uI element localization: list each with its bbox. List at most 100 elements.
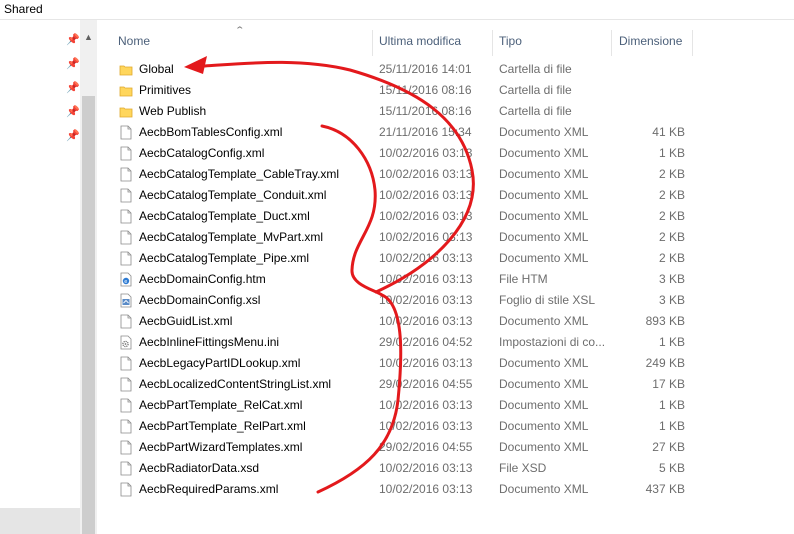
file-size: 2 KB [658, 188, 685, 202]
file-modified: 10/02/2016 03:13 [379, 461, 473, 475]
nav-selected-item[interactable] [0, 508, 80, 534]
file-modified: 10/02/2016 03:13 [379, 209, 473, 223]
file-type: Documento XML [499, 314, 589, 328]
file-size [614, 80, 685, 101]
folder-icon [119, 62, 133, 77]
file-type: Documento XML [499, 419, 589, 433]
file-row[interactable]: AecbCatalogTemplate_Conduit.xml 10/02/201… [97, 185, 794, 206]
navigation-pane: 📌 📌 📌 📌 📌 [0, 20, 80, 534]
file-size: 1 KB [658, 398, 685, 412]
scroll-up-icon[interactable]: ▲ [80, 30, 97, 44]
htm-file-icon: e [119, 272, 133, 287]
file-size: 1 KB [658, 146, 685, 160]
pin-icon[interactable]: 📌 [66, 106, 80, 118]
file-name: AecbPartWizardTemplates.xml [139, 440, 303, 454]
column-name[interactable]: Nome [118, 30, 348, 56]
file-row[interactable]: AecbPartTemplate_RelCat.xml 10/02/2016 03… [97, 395, 794, 416]
file-row[interactable]: AecbRadiatorData.xsd 10/02/2016 03:13 File… [97, 458, 794, 479]
file-type: Documento XML [499, 482, 589, 496]
file-size: 893 KB [645, 314, 685, 328]
scrollbar-thumb[interactable] [82, 96, 95, 534]
file-size: 3 KB [658, 293, 685, 307]
pin-icon[interactable]: 📌 [66, 82, 80, 94]
file-name: AecbCatalogTemplate_MvPart.xml [139, 230, 324, 244]
file-type: Documento XML [499, 251, 589, 265]
file-type: Documento XML [499, 167, 589, 181]
nav-scrollbar[interactable]: ▲ [80, 20, 97, 534]
xml-file-icon [119, 440, 133, 455]
file-size: 1 KB [658, 335, 685, 349]
pin-icon[interactable]: 📌 [66, 130, 80, 142]
ini-file-icon [119, 335, 133, 350]
file-size: 2 KB [658, 209, 685, 223]
xml-file-icon [119, 398, 133, 413]
file-modified: 15/11/2016 08:16 [379, 83, 472, 97]
file-name: AecbCatalogTemplate_Duct.xml [139, 209, 310, 223]
file-name: AecbDomainConfig.htm [139, 272, 266, 286]
file-name: AecbPartTemplate_RelPart.xml [139, 419, 306, 433]
file-row[interactable]: AecbRequiredParams.xml 10/02/2016 03:13 Do… [97, 479, 794, 500]
xml-file-icon [119, 125, 133, 140]
file-size [614, 101, 685, 122]
file-size: 437 KB [645, 482, 685, 496]
svg-text:e: e [124, 279, 127, 285]
folder-row[interactable]: Global 25/11/2016 14:01 Cartella di file [97, 59, 794, 80]
file-row[interactable]: AecbCatalogTemplate_Pipe.xml 10/02/2016 0… [97, 248, 794, 269]
file-type: Cartella di file [499, 62, 572, 76]
file-row[interactable]: AecbCatalogTemplate_CableTray.xml 10/02/2… [97, 164, 794, 185]
pin-icon[interactable]: 📌 [66, 58, 80, 70]
file-row[interactable]: AecbPartTemplate_RelPart.xml 10/02/2016 0… [97, 416, 794, 437]
file-size [614, 59, 685, 80]
file-name: AecbCatalogTemplate_Conduit.xml [139, 188, 327, 202]
file-type: File HTM [499, 272, 548, 286]
file-row[interactable]: AecbCatalogConfig.xml 10/02/2016 03:13 Doc… [97, 143, 794, 164]
file-row[interactable]: AecbLocalizedContentStringList.xml 29/02/… [97, 374, 794, 395]
file-name: Global [139, 62, 174, 76]
file-row[interactable]: e AecbDomainConfig.htm 10/02/2016 03:13 Fil… [97, 269, 794, 290]
file-size: 2 KB [658, 230, 685, 244]
file-row[interactable]: AecbBomTablesConfig.xml 21/11/2016 15:34 D… [97, 122, 794, 143]
file-size: 2 KB [658, 167, 685, 181]
file-row[interactable]: AecbCatalogTemplate_MvPart.xml 10/02/2016… [97, 227, 794, 248]
file-modified: 10/02/2016 03:13 [379, 419, 473, 433]
xsd-file-icon [119, 461, 133, 476]
file-name: AecbDomainConfig.xsl [139, 293, 261, 307]
file-row[interactable]: AecbDomainConfig.xsl 10/02/2016 03:13 Fogl… [97, 290, 794, 311]
folder-row[interactable]: Web Publish 15/11/2016 08:16 Cartella di f… [97, 101, 794, 122]
file-name: Primitives [139, 83, 192, 97]
file-modified: 10/02/2016 03:13 [379, 272, 473, 286]
file-modified: 29/02/2016 04:52 [379, 335, 473, 349]
file-row[interactable]: AecbPartWizardTemplates.xml 29/02/2016 04… [97, 437, 794, 458]
window-titlebar: Shared [0, 0, 794, 20]
file-type: Cartella di file [499, 104, 572, 118]
file-type: Documento XML [499, 230, 589, 244]
window-title: Shared [4, 2, 43, 16]
file-name: AecbCatalogTemplate_CableTray.xml [139, 167, 340, 181]
column-type[interactable]: Tipo [499, 30, 609, 56]
file-type: Documento XML [499, 377, 589, 391]
file-row[interactable]: AecbCatalogTemplate_Duct.xml 10/02/2016 0… [97, 206, 794, 227]
folder-row[interactable]: Primitives 15/11/2016 08:16 Cartella di fi… [97, 80, 794, 101]
file-row[interactable]: AecbInlineFittingsMenu.ini 29/02/2016 04:… [97, 332, 794, 353]
file-size: 249 KB [645, 356, 685, 370]
xsl-file-icon [119, 293, 133, 308]
file-row[interactable]: AecbLegacyPartIDLookup.xml 10/02/2016 03:… [97, 353, 794, 374]
file-name: AecbRequiredParams.xml [139, 482, 279, 496]
xml-file-icon [119, 419, 133, 434]
file-type: Foglio di stile XSL [499, 293, 596, 307]
file-type: Documento XML [499, 440, 589, 454]
file-name: AecbInlineFittingsMenu.ini [139, 335, 280, 349]
pin-icon[interactable]: 📌 [66, 34, 80, 46]
file-modified: 10/02/2016 03:13 [379, 293, 473, 307]
file-size: 41 KB [652, 125, 685, 139]
file-type: Documento XML [499, 398, 589, 412]
file-row[interactable]: AecbGuidList.xml 10/02/2016 03:13 Document… [97, 311, 794, 332]
column-size[interactable]: Dimensione [619, 30, 694, 56]
file-size: 2 KB [658, 251, 685, 265]
column-modified[interactable]: Ultima modifica [379, 30, 494, 56]
file-modified: 25/11/2016 14:01 [379, 62, 472, 76]
xml-file-icon [119, 251, 133, 266]
file-type: Cartella di file [499, 83, 572, 97]
file-size: 17 KB [652, 377, 685, 391]
file-list: ⌃ Nome Ultima modifica Tipo Dimensione G… [97, 20, 794, 534]
